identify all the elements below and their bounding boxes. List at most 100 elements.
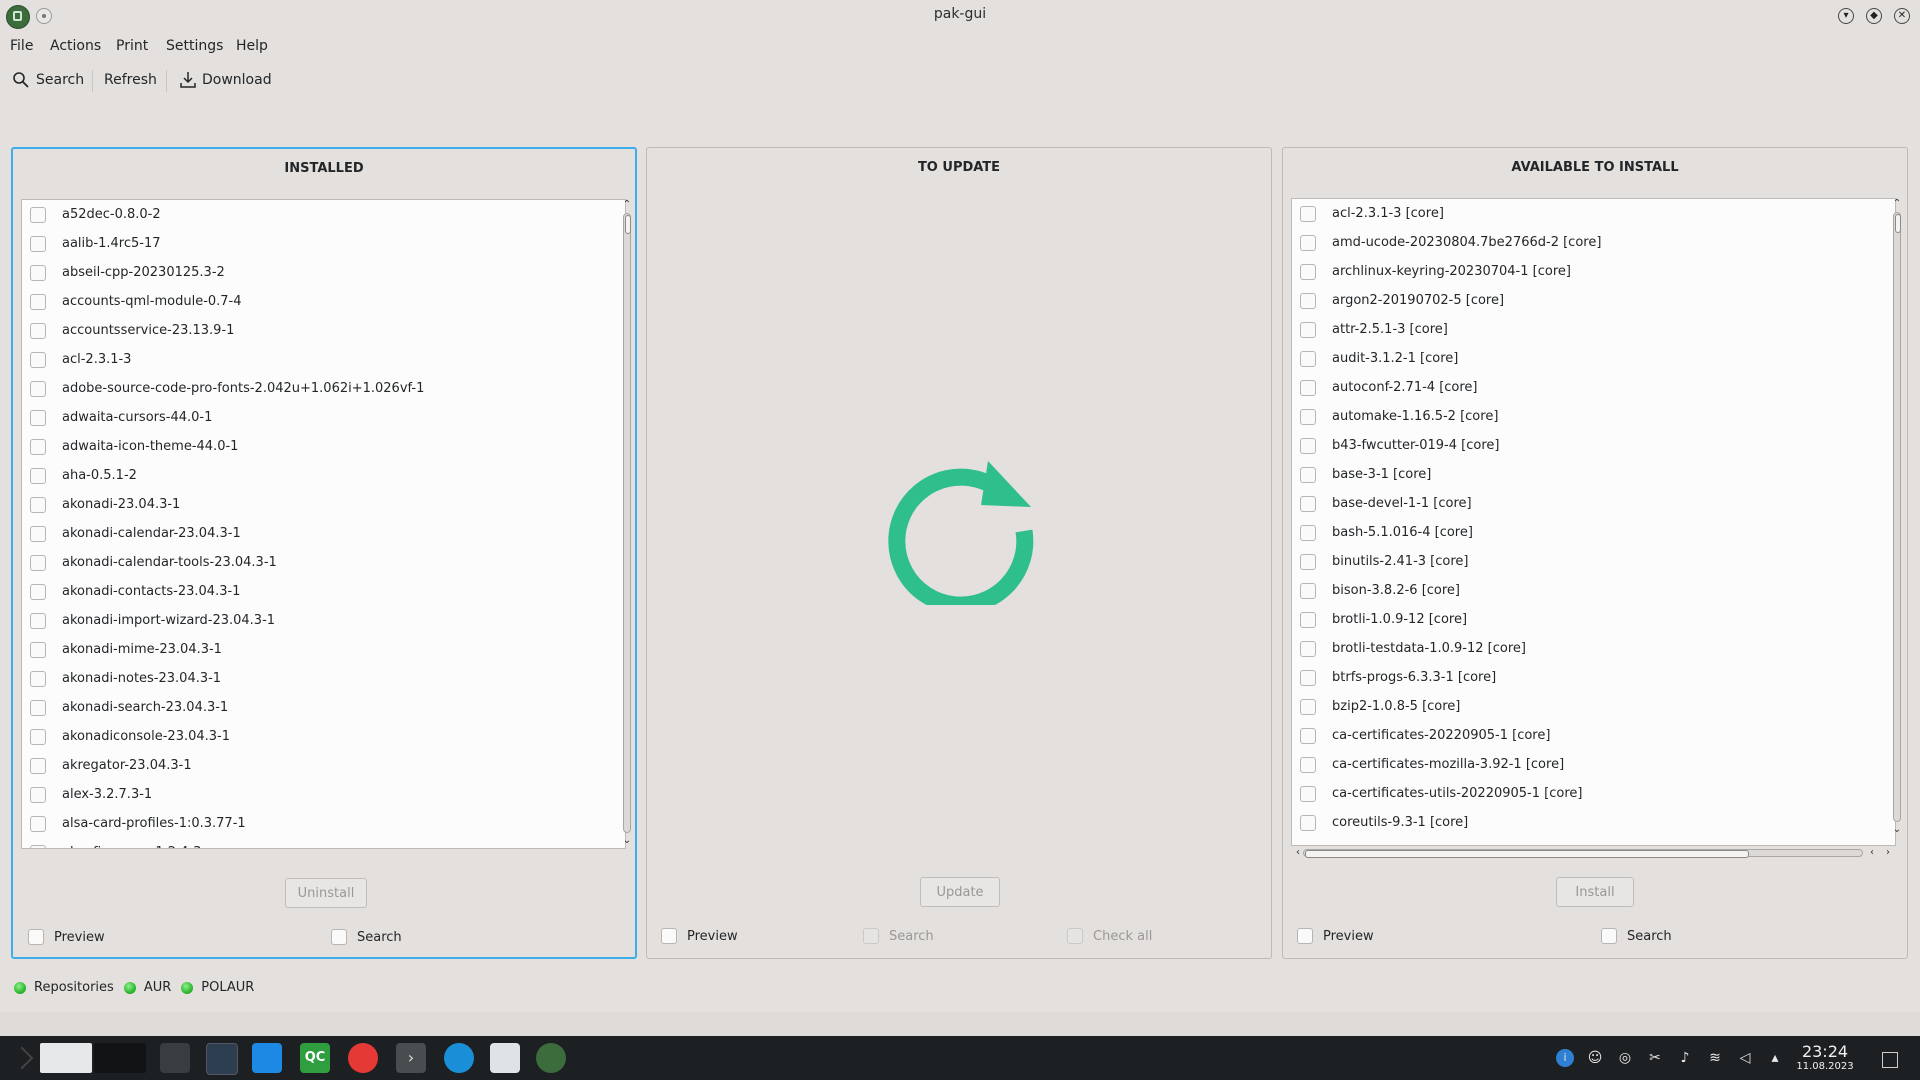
menu-print[interactable]: Print [116,38,148,54]
list-item[interactable]: autoconf-2.71-4 [core] [1292,373,1478,402]
to-update-preview-checkbox[interactable] [661,928,677,944]
package-checkbox[interactable] [1300,756,1316,773]
system-settings-icon[interactable] [206,1043,238,1075]
list-item[interactable]: accountsservice-23.13.9-1 [22,316,234,345]
list-item[interactable]: b43-fwcutter-019-4 [core] [1292,431,1499,460]
list-item[interactable]: akonadi-import-wizard-23.04.3-1 [22,606,275,635]
text-editor-icon[interactable] [490,1043,520,1073]
package-checkbox[interactable] [1300,785,1316,802]
list-item[interactable]: akonadi-notes-23.04.3-1 [22,664,221,693]
to-update-preview-option[interactable]: Preview [661,928,738,944]
refresh-button[interactable]: Refresh [104,68,157,92]
package-checkbox[interactable] [1300,379,1316,396]
scroll-thumb[interactable] [625,215,631,234]
list-item[interactable]: alsa-firmware-1.2.4-3 [22,838,201,848]
list-item[interactable]: acl-2.3.1-3 [22,345,131,374]
info-icon[interactable]: i [1556,1049,1574,1067]
list-item[interactable]: aalib-1.4rc5-17 [22,229,160,258]
package-checkbox[interactable] [1300,408,1316,425]
available-preview-option[interactable]: Preview [1297,928,1374,944]
menu-help[interactable]: Help [236,38,268,54]
package-checkbox[interactable] [30,438,46,455]
search-button[interactable]: Search [12,68,84,92]
list-item[interactable]: ca-certificates-utils-20220905-1 [core] [1292,779,1582,808]
list-item[interactable]: brotli-1.0.9-12 [core] [1292,605,1467,634]
package-checkbox[interactable] [30,380,46,397]
user-icon[interactable]: ☺ [1586,1049,1604,1067]
list-item[interactable]: akonadi-23.04.3-1 [22,490,180,519]
speaker-icon[interactable]: ◁ [1736,1049,1754,1067]
clipboard-icon[interactable]: ✂ [1646,1049,1664,1067]
menu-file[interactable]: File [10,38,33,54]
list-item[interactable]: attr-2.5.1-3 [core] [1292,315,1448,344]
list-item[interactable]: argon2-20190702-5 [core] [1292,286,1504,315]
installed-preview-option[interactable]: Preview [28,929,105,945]
list-item[interactable]: bison-3.8.2-6 [core] [1292,576,1460,605]
package-checkbox[interactable] [30,525,46,542]
show-desktop-icon[interactable] [1882,1052,1898,1068]
minimize-icon[interactable]: ▾ [1838,8,1854,24]
terminal-icon[interactable] [160,1043,190,1073]
uninstall-button[interactable]: Uninstall [285,878,367,908]
scroll-thumb[interactable] [1895,214,1901,233]
list-item[interactable]: akonadi-mime-23.04.3-1 [22,635,222,664]
package-checkbox[interactable] [1300,814,1316,831]
package-checkbox[interactable] [30,612,46,629]
package-checkbox[interactable] [1300,553,1316,570]
qt-creator-icon[interactable]: QC [300,1043,330,1073]
package-checkbox[interactable] [30,554,46,571]
list-item[interactable]: ca-certificates-mozilla-3.92-1 [core] [1292,750,1564,779]
installed-vertical-scrollbar[interactable]: ⌃ ⌄ [620,199,634,849]
vivaldi-icon[interactable] [348,1043,378,1073]
package-checkbox[interactable] [30,815,46,832]
package-checkbox[interactable] [30,235,46,252]
pager-desktop-1[interactable] [40,1043,92,1073]
package-checkbox[interactable] [1300,495,1316,512]
list-item[interactable]: binutils-2.41-3 [core] [1292,547,1468,576]
pak-gui-taskbar-icon[interactable] [536,1043,566,1073]
list-item[interactable]: ca-certificates-20220905-1 [core] [1292,721,1550,750]
file-manager-icon[interactable] [252,1043,282,1073]
list-item[interactable]: audit-3.1.2-1 [core] [1292,344,1458,373]
clock[interactable]: 23:24 11.08.2023 [1790,1042,1860,1072]
package-checkbox[interactable] [1300,205,1316,222]
tray-expand-icon[interactable]: ▴ [1766,1049,1784,1067]
package-checkbox[interactable] [30,699,46,716]
package-checkbox[interactable] [30,844,46,848]
package-checkbox[interactable] [1300,350,1316,367]
package-checkbox[interactable] [30,496,46,513]
list-item[interactable]: akregator-23.04.3-1 [22,751,192,780]
list-item[interactable]: akonadiconsole-23.04.3-1 [22,722,230,751]
konsole-icon[interactable]: › [396,1043,426,1073]
package-checkbox[interactable] [30,322,46,339]
scroll-thumb[interactable] [1305,850,1749,858]
package-checkbox[interactable] [1300,640,1316,657]
close-icon[interactable]: ✕ [1894,8,1910,24]
update-button[interactable]: Update [920,877,1000,907]
list-item[interactable]: adwaita-cursors-44.0-1 [22,403,212,432]
package-checkbox[interactable] [30,757,46,774]
scroll-right-icon[interactable]: › [1881,847,1895,859]
list-item[interactable]: akonadi-search-23.04.3-1 [22,693,228,722]
package-checkbox[interactable] [30,670,46,687]
package-checkbox[interactable] [1300,669,1316,686]
list-item[interactable]: bash-5.1.016-4 [core] [1292,518,1473,547]
installed-preview-checkbox[interactable] [28,929,44,945]
available-preview-checkbox[interactable] [1297,928,1313,944]
package-checkbox[interactable] [1300,582,1316,599]
package-checkbox[interactable] [1300,292,1316,309]
available-search-checkbox[interactable] [1601,928,1617,944]
menu-actions[interactable]: Actions [50,38,101,54]
list-item[interactable]: base-devel-1-1 [core] [1292,489,1472,518]
list-item[interactable]: adobe-source-code-pro-fonts-2.042u+1.062… [22,374,424,403]
list-item[interactable]: adwaita-icon-theme-44.0-1 [22,432,238,461]
scroll-left-icon[interactable]: ‹ [1865,847,1879,859]
list-item[interactable]: acl-2.3.1-3 [core] [1292,199,1444,228]
thunderbird-icon[interactable] [444,1043,474,1073]
list-item[interactable]: automake-1.16.5-2 [core] [1292,402,1498,431]
package-checkbox[interactable] [1300,321,1316,338]
package-checkbox[interactable] [1300,263,1316,280]
download-button[interactable]: Download [180,68,272,92]
package-checkbox[interactable] [30,293,46,310]
pause-icon[interactable]: ◎ [1616,1049,1634,1067]
